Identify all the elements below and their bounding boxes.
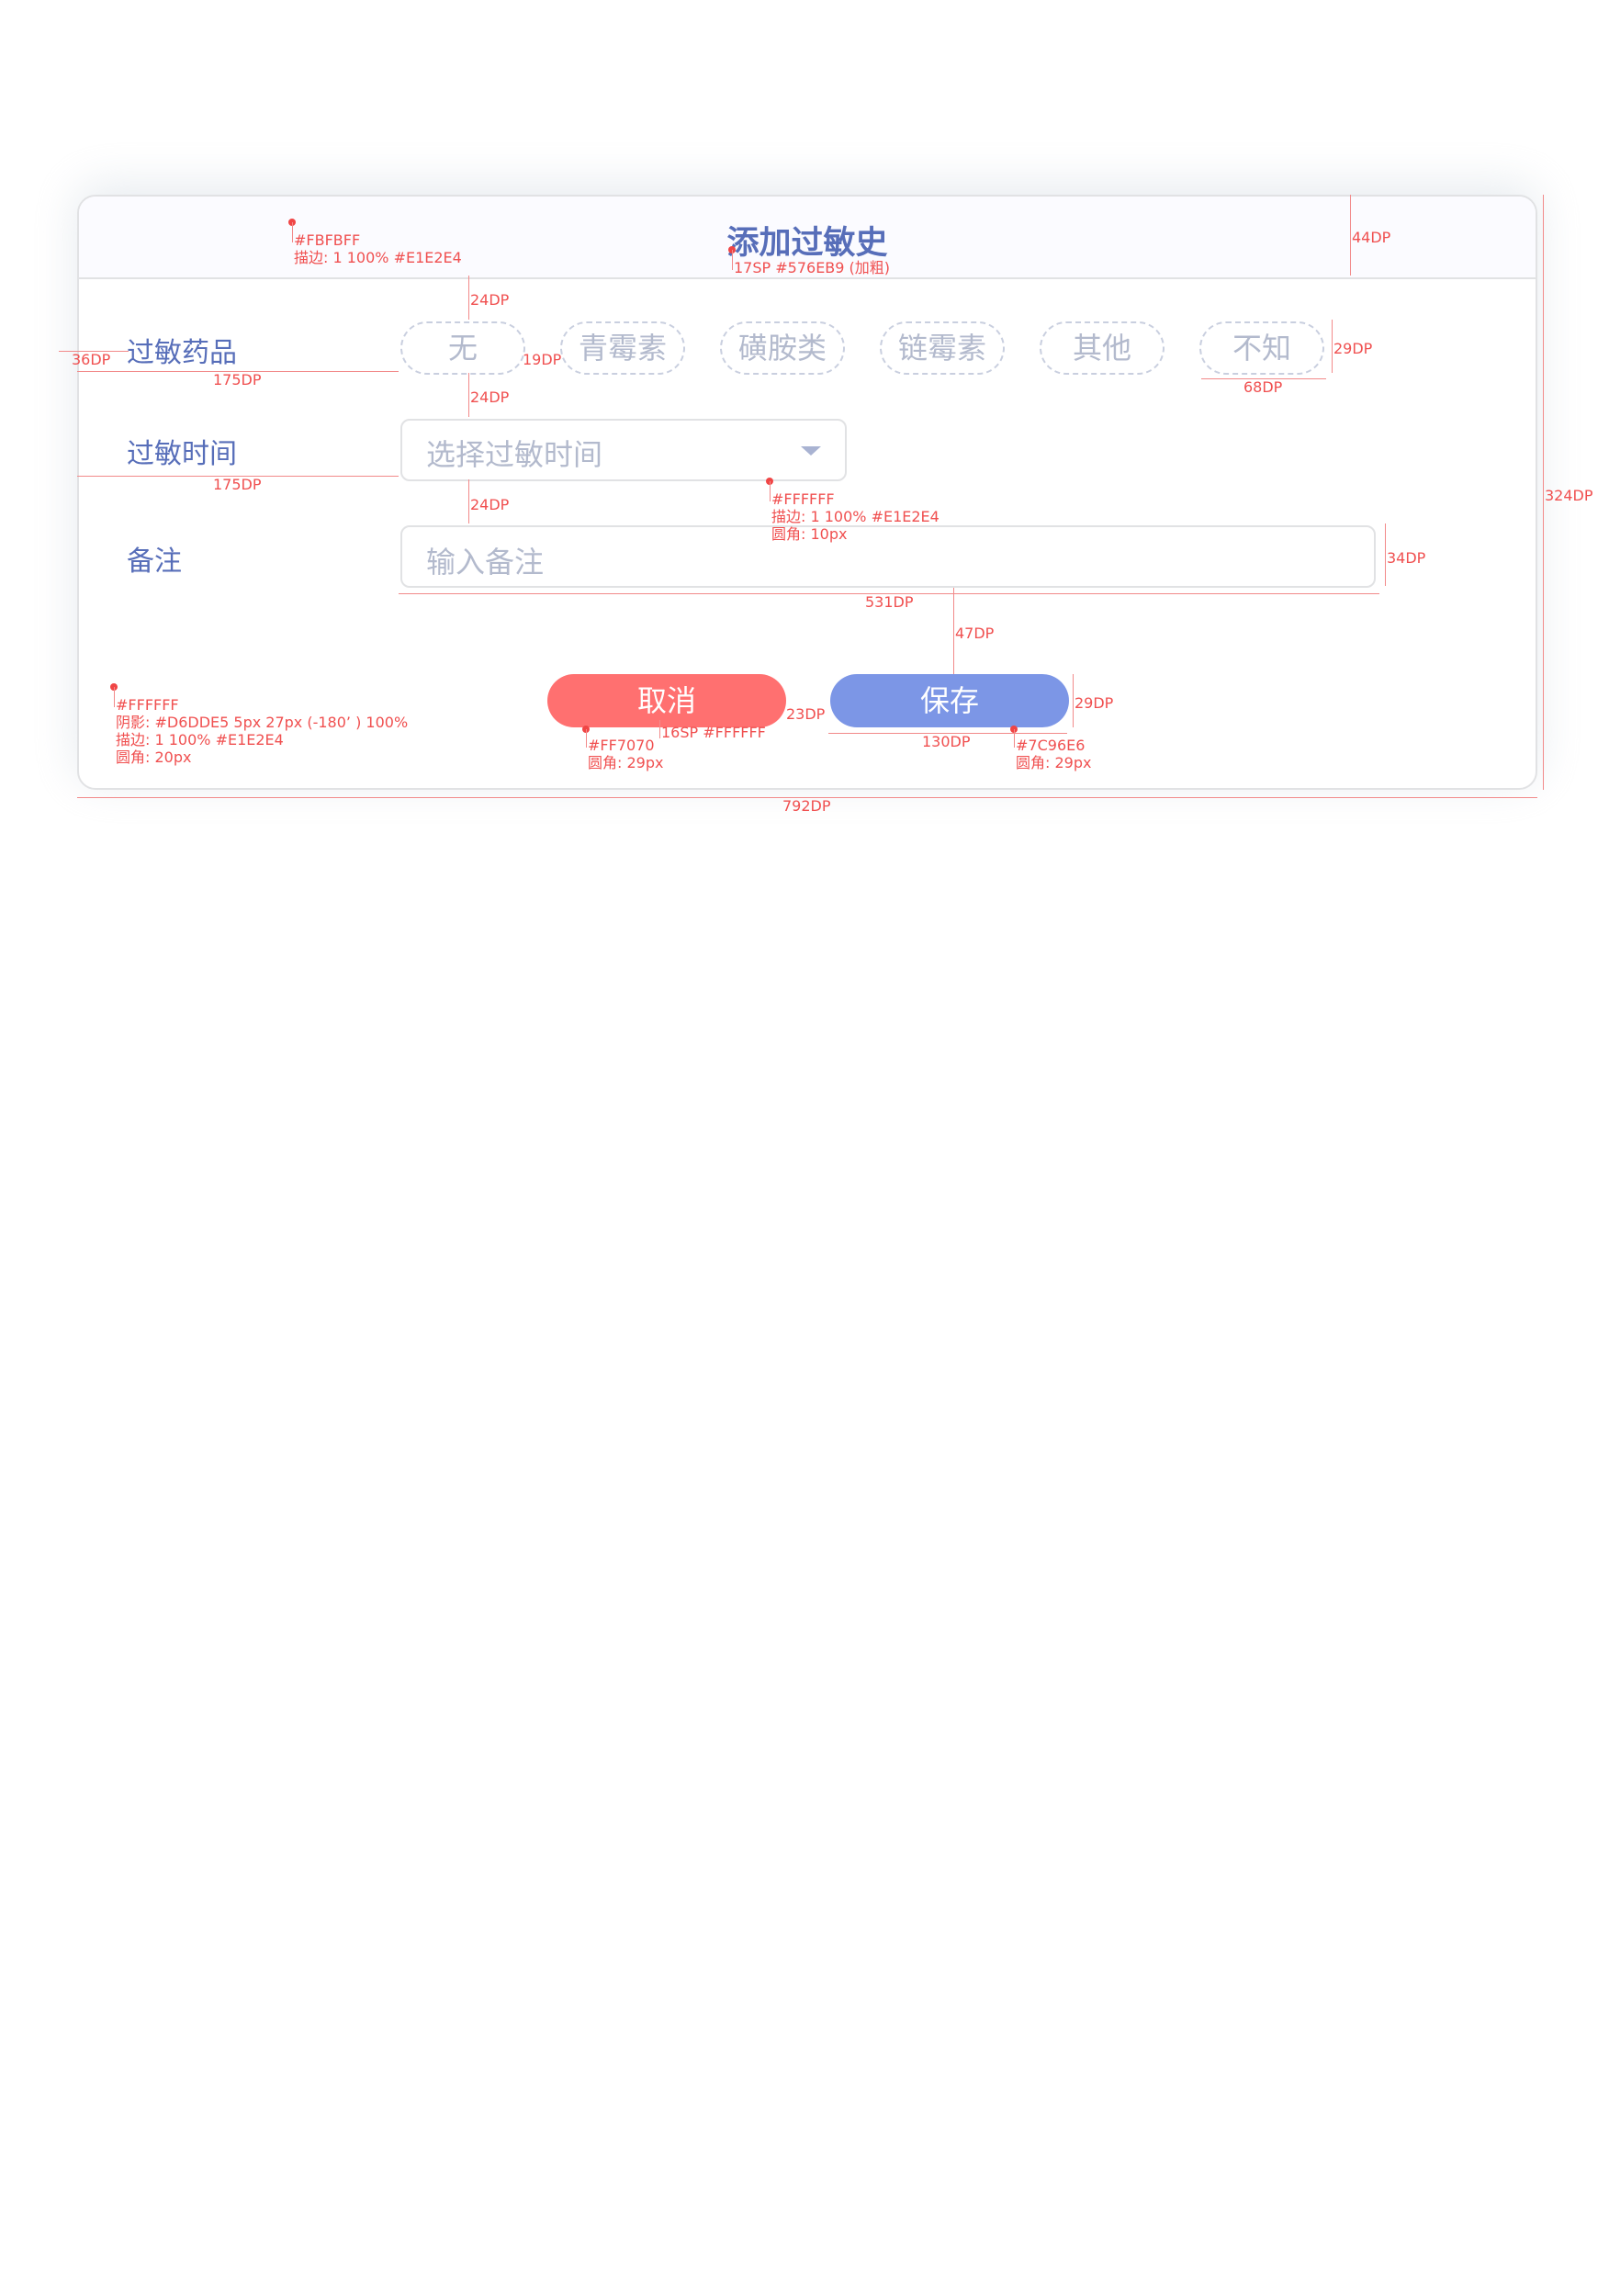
annotation-leader — [292, 222, 293, 242]
dialog-spec-annotation: #FFFFFF 阴影: #D6DDE5 5px 27px (-180’ ) 10… — [116, 696, 408, 766]
gap-annotation: 24DP — [470, 291, 510, 309]
label-width-annotation: 175DP — [213, 476, 262, 493]
dimension-line — [1332, 320, 1333, 373]
dimension-line — [468, 276, 469, 320]
dimension-line — [1073, 674, 1074, 727]
dimension-line — [468, 479, 469, 523]
allergy-time-select[interactable]: 选择过敏时间 — [400, 419, 847, 481]
annotation-leader — [732, 250, 733, 270]
annotation-line: 描边: 1 100% #E1E2E4 — [771, 508, 940, 525]
annotation-line: #FFFFFF — [116, 696, 179, 714]
annotation-leader — [586, 729, 587, 748]
chip-none[interactable]: 无 — [400, 321, 525, 375]
chip-height-annotation: 29DP — [1333, 340, 1373, 357]
save-spec-annotation: #7C96E6 圆角: 29px — [1016, 737, 1091, 771]
annotation-line: #FFFFFF — [771, 490, 835, 508]
cancel-spec-annotation: #FF7070 圆角: 29px — [588, 737, 663, 771]
annotation-line: 圆角: 29px — [588, 754, 664, 771]
annotation-leader — [1014, 729, 1015, 748]
chip-width-annotation: 68DP — [1243, 378, 1283, 396]
gap-annotation: 24DP — [470, 388, 510, 406]
allergy-time-label: 过敏时间 — [127, 438, 237, 470]
chip-sulfonamide[interactable]: 磺胺类 — [720, 321, 845, 375]
select-spec-annotation: #FFFFFF 描边: 1 100% #E1E2E4 圆角: 10px — [771, 490, 940, 543]
annotation-leader — [659, 720, 660, 738]
page: { "dialog": { "title": "添加过敏史", "rows": … — [0, 0, 1609, 2296]
annotation-line: 圆角: 10px — [771, 525, 848, 543]
save-button[interactable]: 保存 — [830, 674, 1069, 727]
note-height-annotation: 34DP — [1387, 549, 1426, 567]
chip-penicillin[interactable]: 青霉素 — [560, 321, 685, 375]
header-height-annotation: 44DP — [1352, 229, 1391, 246]
allergy-drug-label: 过敏药品 — [127, 337, 237, 369]
dimension-line — [1385, 523, 1386, 586]
button-text-annotation: 16SP #FFFFFF — [661, 724, 766, 741]
dimension-line — [1350, 195, 1351, 276]
allergy-time-placeholder: 选择过敏时间 — [426, 437, 603, 472]
button-height-annotation: 29DP — [1075, 694, 1114, 712]
annotation-leader — [114, 687, 115, 707]
dimension-line — [953, 588, 954, 674]
note-placeholder: 输入备注 — [426, 545, 545, 580]
gap-annotation: 24DP — [470, 496, 510, 513]
annotation-line: #FBFBFF — [294, 231, 361, 249]
note-label: 备注 — [127, 546, 182, 578]
button-width-annotation: 130DP — [922, 733, 971, 750]
dimension-line — [468, 373, 469, 417]
button-gap-annotation: 23DP — [786, 705, 826, 723]
chip-other[interactable]: 其他 — [1040, 321, 1165, 375]
annotation-line: 描边: 1 100% #E1E2E4 — [116, 731, 284, 748]
left-pad-annotation: 36DP — [72, 351, 111, 368]
cancel-button[interactable]: 取消 — [547, 674, 786, 727]
annotation-line: 圆角: 20px — [116, 748, 192, 766]
note-to-button-annotation: 47DP — [955, 625, 995, 642]
chip-unknown[interactable]: 不知 — [1199, 321, 1324, 375]
dimension-line — [1543, 195, 1544, 790]
annotation-line: 阴影: #D6DDE5 5px 27px (-180’ ) 100% — [116, 714, 409, 731]
chevron-down-icon — [801, 446, 821, 456]
note-width-annotation: 531DP — [865, 593, 914, 611]
annotation-line: #7C96E6 — [1016, 737, 1086, 754]
dialog-width-annotation: 792DP — [782, 797, 831, 815]
header-spec-annotation: #FBFBFF 描边: 1 100% #E1E2E4 — [294, 231, 462, 266]
annotation-leader — [770, 481, 771, 501]
dialog-height-annotation: 324DP — [1545, 487, 1593, 504]
chip-streptomycin[interactable]: 链霉素 — [880, 321, 1005, 375]
title-spec-annotation: 17SP #576EB9 (加粗) — [734, 259, 891, 276]
annotation-line: #FF7070 — [588, 737, 655, 754]
chip-gap-annotation: 19DP — [523, 351, 562, 368]
annotation-line: 圆角: 29px — [1016, 754, 1092, 771]
annotation-line: 描边: 1 100% #E1E2E4 — [294, 249, 462, 266]
label-width-annotation: 175DP — [213, 371, 262, 388]
